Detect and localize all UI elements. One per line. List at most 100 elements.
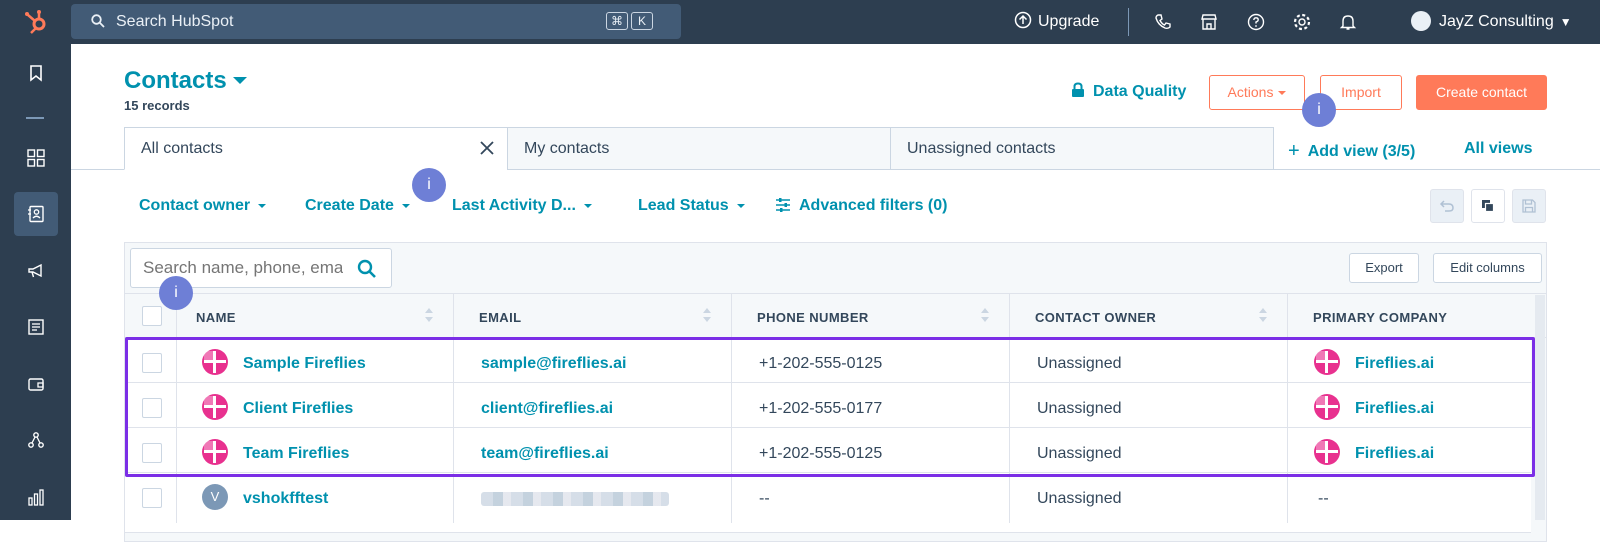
- contact-phone: +1-202-555-0125: [759, 445, 883, 462]
- tab-label: My contacts: [524, 140, 610, 157]
- contact-name-link[interactable]: Team Fireflies: [243, 445, 349, 463]
- hubspot-logo-icon[interactable]: [22, 8, 50, 36]
- blurred-email: [481, 492, 669, 506]
- contacts-crm-icon[interactable]: [14, 192, 58, 236]
- user-avatar: [1411, 11, 1431, 31]
- close-icon[interactable]: [479, 140, 495, 156]
- fireflies-logo-icon: [1314, 349, 1340, 375]
- contact-email-link[interactable]: sample@fireflies.ai: [481, 355, 626, 373]
- column-header-contact-owner[interactable]: CONTACT OWNER: [1035, 310, 1156, 325]
- row-checkbox[interactable]: [142, 443, 162, 463]
- cmd-key-hint: ⌘: [606, 12, 628, 30]
- column-divider: [731, 293, 732, 523]
- data-quality-label: Data Quality: [1093, 83, 1187, 100]
- contact-email-link[interactable]: client@fireflies.ai: [481, 400, 613, 418]
- company-link[interactable]: Fireflies.ai: [1355, 355, 1434, 373]
- reporting-bar-chart-icon[interactable]: [14, 475, 58, 519]
- contact-owner: Unassigned: [1037, 490, 1122, 507]
- contact-name-link[interactable]: Sample Fireflies: [243, 355, 366, 373]
- contact-name-link[interactable]: vshokfftest: [243, 490, 328, 508]
- notifications-bell-icon[interactable]: [1338, 12, 1358, 32]
- workspaces-grid-icon[interactable]: [14, 136, 58, 180]
- all-views-link[interactable]: All views: [1464, 140, 1532, 158]
- actions-dropdown-button[interactable]: Actions: [1209, 75, 1305, 110]
- sort-icon[interactable]: [702, 306, 712, 324]
- upgrade-label: Upgrade: [1038, 13, 1100, 30]
- export-button[interactable]: Export: [1349, 253, 1419, 283]
- contact-owner: Unassigned: [1037, 400, 1122, 417]
- row-checkbox[interactable]: [142, 488, 162, 508]
- clone-view-button[interactable]: [1471, 189, 1505, 223]
- record-count: 15 records: [124, 98, 190, 113]
- search-icon[interactable]: [357, 259, 377, 279]
- filter-lead-status[interactable]: Lead Status: [638, 197, 745, 215]
- edit-columns-button[interactable]: Edit columns: [1433, 253, 1542, 283]
- advanced-filters-button[interactable]: Advanced filters (0): [775, 197, 947, 215]
- fireflies-logo-icon: [202, 349, 228, 375]
- chevron-down-icon: [1278, 91, 1287, 95]
- filter-create-date[interactable]: Create Date: [305, 197, 410, 215]
- commerce-wallet-icon[interactable]: [14, 362, 58, 406]
- filter-last-activity-date[interactable]: Last Activity D...: [452, 197, 592, 215]
- account-menu[interactable]: JayZ Consulting ▼: [1411, 11, 1572, 31]
- sort-icon[interactable]: [424, 306, 434, 324]
- save-view-button[interactable]: [1512, 189, 1546, 223]
- k-key-hint: K: [631, 12, 653, 30]
- add-view-label: Add view (3/5): [1307, 143, 1416, 160]
- filter-label: Create Date: [305, 197, 394, 214]
- content-icon[interactable]: [14, 305, 58, 349]
- column-header-name[interactable]: NAME: [196, 310, 236, 325]
- tab-unassigned-contacts[interactable]: Unassigned contacts: [890, 127, 1274, 170]
- company-empty: --: [1318, 490, 1329, 507]
- company-link[interactable]: Fireflies.ai: [1355, 445, 1434, 463]
- column-header-phone-number[interactable]: PHONE NUMBER: [757, 310, 869, 325]
- marketplace-icon[interactable]: [1199, 12, 1219, 32]
- filter-label: Last Activity D...: [452, 197, 576, 214]
- column-divider: [1009, 293, 1010, 523]
- page-title: Contacts: [124, 67, 227, 94]
- contact-email-link[interactable]: team@fireflies.ai: [481, 445, 609, 463]
- marketing-megaphone-icon[interactable]: [14, 249, 58, 293]
- fireflies-logo-icon: [1314, 394, 1340, 420]
- phone-icon[interactable]: [1153, 12, 1173, 32]
- chevron-down-icon: [401, 204, 410, 208]
- data-quality-link[interactable]: Data Quality: [1071, 82, 1186, 101]
- table-search-input[interactable]: [143, 258, 343, 278]
- help-icon[interactable]: [1246, 12, 1266, 32]
- column-header-email[interactable]: EMAIL: [479, 310, 521, 325]
- page-title-dropdown[interactable]: Contacts: [124, 67, 247, 95]
- automation-nodes-icon[interactable]: [14, 418, 58, 462]
- contact-owner: Unassigned: [1037, 355, 1122, 372]
- settings-gear-icon[interactable]: [1292, 12, 1312, 32]
- contact-name-link[interactable]: Client Fireflies: [243, 400, 353, 418]
- fireflies-logo-icon: [202, 394, 228, 420]
- contact-avatar: V: [202, 484, 228, 510]
- tab-my-contacts[interactable]: My contacts: [507, 127, 891, 170]
- create-contact-button[interactable]: Create contact: [1416, 75, 1547, 110]
- info-marker: i: [412, 168, 446, 202]
- filter-label: Contact owner: [139, 197, 251, 214]
- company-link[interactable]: Fireflies.ai: [1355, 400, 1434, 418]
- global-search-bar[interactable]: Search HubSpot ⌘ K: [71, 4, 681, 39]
- upgrade-button[interactable]: Upgrade: [1014, 11, 1099, 31]
- table-scrollbar[interactable]: [1535, 295, 1545, 520]
- column-divider: [176, 293, 177, 523]
- column-header-primary-company[interactable]: PRIMARY COMPANY: [1313, 310, 1447, 325]
- select-all-checkbox[interactable]: [142, 306, 162, 326]
- left-sidebar: [0, 44, 71, 520]
- undo-button[interactable]: [1430, 189, 1464, 223]
- row-checkbox[interactable]: [142, 353, 162, 373]
- lock-icon: [1072, 82, 1084, 97]
- contact-phone: +1-202-555-0125: [759, 355, 883, 372]
- bookmarks-icon[interactable]: [14, 51, 58, 95]
- add-view-button[interactable]: + Add view (3/5): [1288, 140, 1415, 163]
- info-marker: i: [1302, 93, 1336, 127]
- save-disk-icon: [1522, 199, 1536, 213]
- sort-icon[interactable]: [980, 306, 990, 324]
- tab-all-contacts[interactable]: All contacts: [124, 127, 508, 170]
- undo-icon: [1439, 200, 1454, 212]
- row-checkbox[interactable]: [142, 398, 162, 418]
- sort-icon[interactable]: [1258, 306, 1268, 324]
- filter-contact-owner[interactable]: Contact owner: [139, 197, 267, 215]
- chevron-down-icon: [232, 77, 247, 84]
